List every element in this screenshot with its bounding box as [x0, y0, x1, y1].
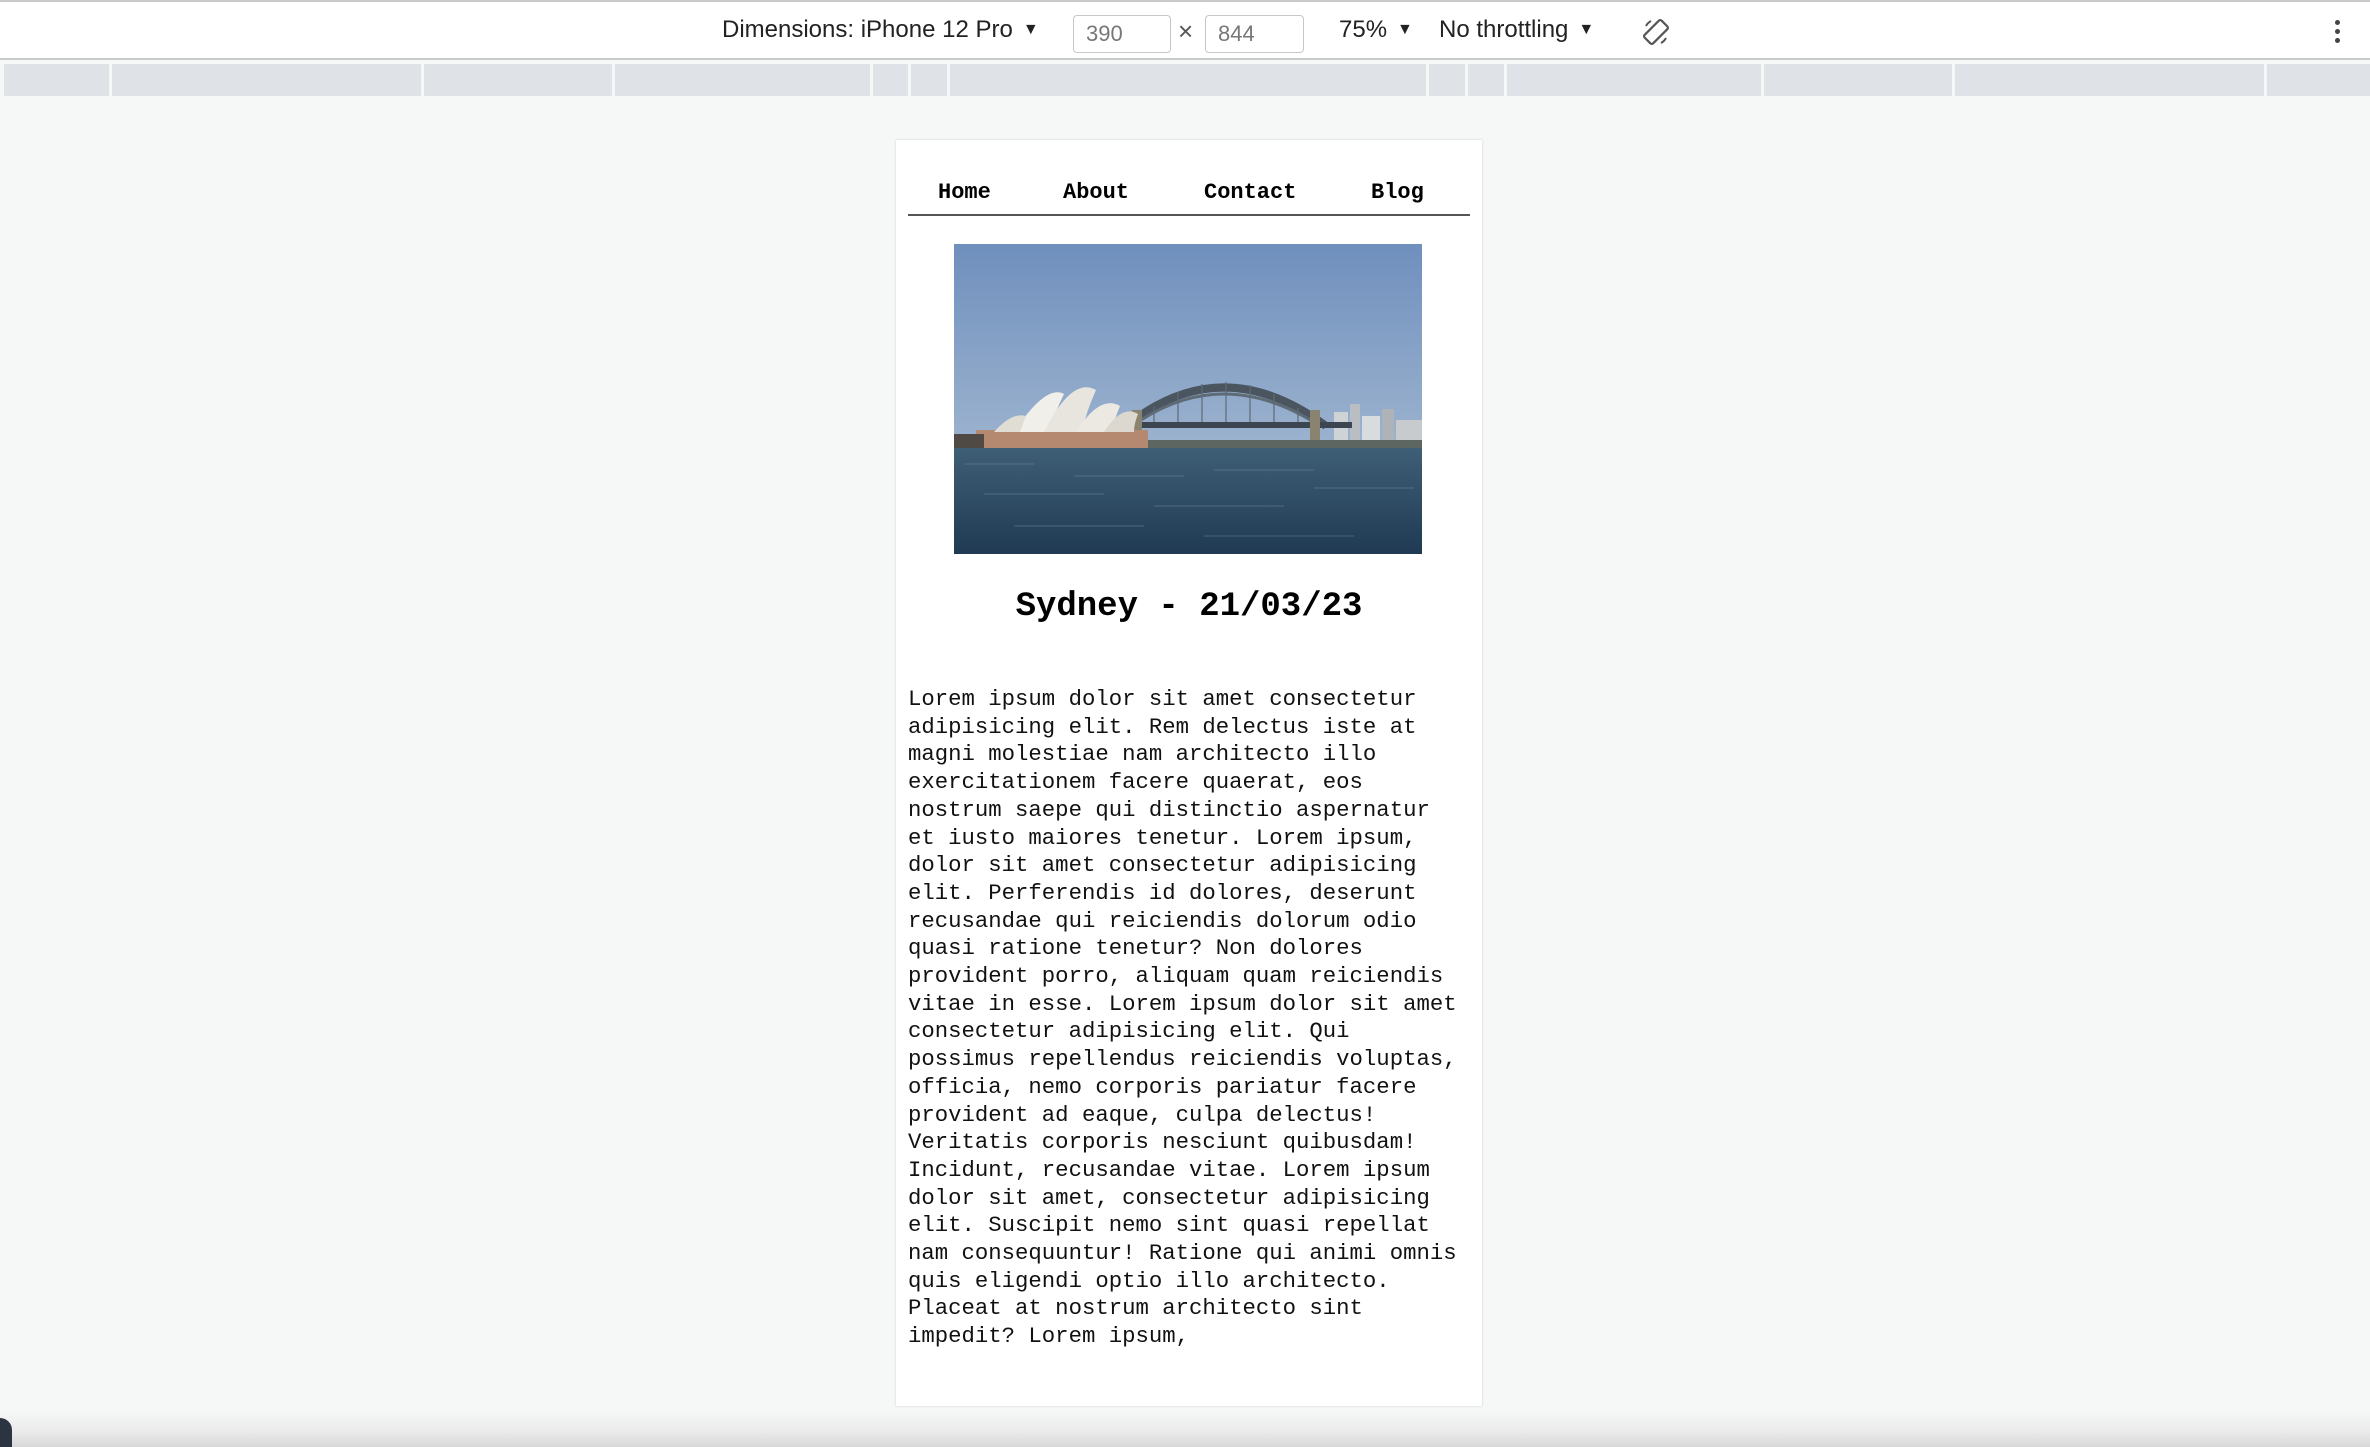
throttling-label: No throttling — [1439, 16, 1569, 43]
rotate-icon[interactable] — [1642, 18, 1670, 46]
post-title: Sydney - 21/03/23 — [1015, 588, 1363, 626]
zoom-dropdown[interactable]: 75% ▼ — [1339, 2, 1413, 58]
window-bottom-edge — [0, 1410, 2370, 1447]
zoom-label: 75% — [1339, 16, 1388, 43]
site-nav: Home About Contact Blog — [908, 180, 1470, 216]
dimensions-label: Dimensions: iPhone 12 Pro — [722, 16, 1013, 43]
throttling-dropdown[interactable]: No throttling ▼ — [1439, 2, 1594, 58]
nav-link-about[interactable]: About — [1063, 180, 1129, 205]
hero-image — [954, 244, 1422, 554]
height-input[interactable] — [1205, 15, 1304, 53]
nav-link-blog[interactable]: Blog — [1371, 180, 1424, 205]
more-options-icon[interactable] — [2332, 20, 2342, 46]
chevron-down-icon: ▼ — [1022, 21, 1039, 38]
device-toolbar: Dimensions: iPhone 12 Pro ▼ × 75% ▼ No t… — [0, 0, 2370, 60]
times-icon: × — [1178, 16, 1194, 46]
media-query-bar[interactable] — [4, 64, 2370, 96]
chevron-down-icon: ▼ — [1578, 21, 1595, 38]
nav-link-contact[interactable]: Contact — [1204, 180, 1296, 205]
width-input[interactable] — [1073, 15, 1171, 53]
chevron-down-icon: ▼ — [1397, 21, 1413, 38]
post-body: Lorem ipsum dolor sit amet consectetur a… — [908, 686, 1457, 1350]
device-viewport: Home About Contact Blog Sydney - 21/03/2… — [896, 140, 1482, 1406]
nav-link-home[interactable]: Home — [938, 180, 991, 205]
device-dimensions-dropdown[interactable]: Dimensions: iPhone 12 Pro ▼ — [722, 2, 1039, 58]
